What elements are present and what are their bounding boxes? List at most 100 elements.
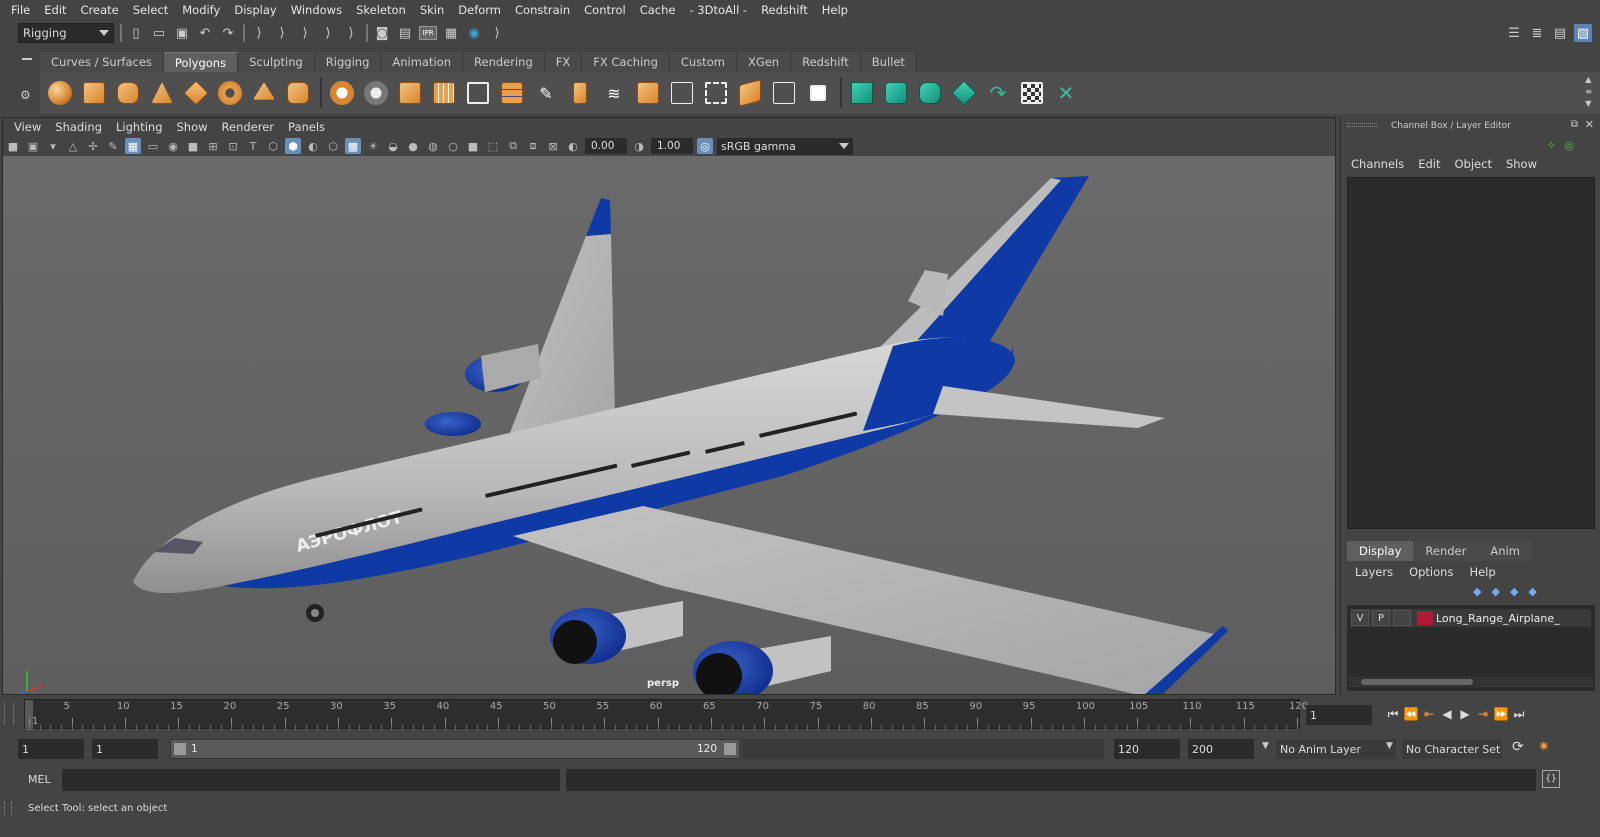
- workspace-layout-icon[interactable]: ☰: [1505, 24, 1523, 42]
- mirror-icon[interactable]: [396, 79, 424, 107]
- 3d-viewport[interactable]: АЭРОФЛОТ: [3, 156, 1335, 701]
- bend-icon[interactable]: ↷: [984, 79, 1012, 107]
- airplane-model[interactable]: АЭРОФЛОТ: [3, 156, 1335, 701]
- camera-map-icon[interactable]: [770, 79, 798, 107]
- shelf-menu-icon[interactable]: [22, 58, 32, 60]
- layer-menu-layers[interactable]: Layers: [1355, 565, 1393, 579]
- auto-key-icon[interactable]: ⟳: [1512, 739, 1524, 755]
- grease-pencil-icon[interactable]: ✎: [105, 138, 121, 154]
- gear-icon[interactable]: ⚙: [20, 88, 31, 102]
- target-weld-icon[interactable]: [566, 79, 594, 107]
- channel-icon[interactable]: ◎: [1564, 139, 1574, 152]
- menu-windows[interactable]: Windows: [284, 3, 349, 17]
- layer-tab-display[interactable]: Display: [1347, 541, 1414, 561]
- poly-cylinder-icon[interactable]: [114, 79, 142, 107]
- unfold-icon[interactable]: [702, 79, 730, 107]
- menu-create[interactable]: Create: [74, 3, 126, 17]
- shelf-tab-custom[interactable]: Custom: [669, 52, 737, 72]
- channel-menu-object[interactable]: Object: [1455, 157, 1492, 171]
- time-slider-grip[interactable]: [4, 703, 14, 725]
- menu-modify[interactable]: Modify: [175, 3, 227, 17]
- poly-torus-icon[interactable]: [216, 79, 244, 107]
- menu-display[interactable]: Display: [227, 3, 283, 17]
- extrude-icon[interactable]: [498, 79, 526, 107]
- layer-menu-options[interactable]: Options: [1409, 565, 1453, 579]
- separate-icon[interactable]: [362, 79, 390, 107]
- shelf-tab-bullet[interactable]: Bullet: [860, 52, 917, 72]
- go-to-end-icon[interactable]: ⏭: [1510, 705, 1528, 723]
- joint-icon[interactable]: ✕: [1052, 79, 1080, 107]
- smooth-shade-icon[interactable]: ⬢: [285, 138, 301, 154]
- channel-icon[interactable]: ✧: [1547, 139, 1556, 152]
- current-frame-field[interactable]: 1: [1306, 705, 1372, 725]
- anti-alias-icon[interactable]: ○: [445, 138, 461, 154]
- scrollbar-thumb[interactable]: [1361, 679, 1473, 685]
- panel-menu-panels[interactable]: Panels: [281, 120, 332, 134]
- poly-cone-icon[interactable]: [148, 79, 176, 107]
- script-language-toggle[interactable]: MEL: [28, 773, 51, 786]
- help-line-grip[interactable]: [4, 802, 12, 816]
- collapse-toggle-icon[interactable]: ⟩: [250, 24, 268, 42]
- step-forward-key-icon[interactable]: ⏩: [1492, 705, 1510, 723]
- poly-sphere-icon[interactable]: [46, 79, 74, 107]
- character-set-select[interactable]: No Character Set: [1402, 739, 1502, 759]
- ipr-render-icon[interactable]: IPR: [419, 26, 437, 40]
- checker-icon[interactable]: [1018, 79, 1046, 107]
- collapse-toggle-icon[interactable]: ⟩: [319, 24, 337, 42]
- planar-map-icon[interactable]: [736, 79, 764, 107]
- render-view-icon[interactable]: ◙: [373, 24, 391, 42]
- menu-edit[interactable]: Edit: [37, 3, 73, 17]
- multi-cut-icon[interactable]: ✎: [532, 79, 560, 107]
- channel-box-icon[interactable]: ▧: [1574, 24, 1592, 42]
- isolate-select-icon[interactable]: ⬚: [485, 138, 501, 154]
- poly-cube-icon[interactable]: [80, 79, 108, 107]
- layer-visibility-toggle[interactable]: V: [1351, 610, 1369, 626]
- field-chart-icon[interactable]: ⊞: [205, 138, 221, 154]
- shelf-tab-polygons[interactable]: Polygons: [163, 52, 239, 72]
- layer-color-swatch[interactable]: [1417, 611, 1433, 625]
- textured-icon[interactable]: ▩: [345, 138, 361, 154]
- lattice-icon[interactable]: [950, 79, 978, 107]
- safe-action-icon[interactable]: ⊡: [225, 138, 241, 154]
- wireframe-icon[interactable]: ⬡: [265, 138, 281, 154]
- range-start-handle[interactable]: [174, 743, 186, 755]
- move-layer-down-icon[interactable]: ◆: [1491, 585, 1499, 598]
- panel-menu-view[interactable]: View: [7, 120, 48, 134]
- shelf-tab-fx[interactable]: FX: [544, 52, 583, 72]
- hypershade-icon[interactable]: ◉: [465, 24, 483, 42]
- camera-icon[interactable]: ■: [5, 138, 21, 154]
- collapse-toggle-icon[interactable]: ⟩: [488, 24, 506, 42]
- depth-of-field-icon[interactable]: ■: [465, 138, 481, 154]
- camera-attributes-icon[interactable]: ▣: [25, 138, 41, 154]
- gamma-icon[interactable]: ◑: [631, 138, 647, 154]
- xray-joints-icon[interactable]: ⧈: [525, 138, 541, 154]
- shelf-tab-xgen[interactable]: XGen: [736, 52, 792, 72]
- save-scene-icon[interactable]: ▣: [173, 24, 191, 42]
- display-layer-icon[interactable]: [848, 79, 876, 107]
- menu-file[interactable]: File: [4, 3, 37, 17]
- layer-display-type-toggle[interactable]: [1393, 610, 1411, 626]
- channel-menu-show[interactable]: Show: [1506, 157, 1537, 171]
- time-slider-track[interactable]: 1 5 10 15 20 25 30 35 40 45 50 55 60 65 70 75 80 85 90 95 10…: [24, 699, 1308, 730]
- gamma-field[interactable]: 1.00: [651, 138, 693, 154]
- collapse-toggle-icon[interactable]: ⟩: [296, 24, 314, 42]
- shelf-tab-rigging[interactable]: Rigging: [314, 52, 382, 72]
- animation-end-field[interactable]: 200: [1188, 739, 1254, 759]
- panel-menu-shading[interactable]: Shading: [48, 120, 109, 134]
- exposure-icon[interactable]: ◐: [565, 138, 581, 154]
- resolution-gate-icon[interactable]: ◉: [165, 138, 181, 154]
- uv-editor-icon[interactable]: [668, 79, 696, 107]
- layer-row[interactable]: V P Long_Range_Airplane_: [1351, 609, 1591, 627]
- menu-3dtoall[interactable]: - 3DtoAll -: [682, 3, 754, 17]
- play-backwards-icon[interactable]: ◀: [1438, 705, 1456, 723]
- menu-redshift[interactable]: Redshift: [754, 3, 815, 17]
- undo-icon[interactable]: ↶: [196, 24, 214, 42]
- panel-grip[interactable]: [1347, 123, 1377, 127]
- range-slider[interactable]: 1 120: [170, 739, 740, 759]
- shelf-tab-rendering[interactable]: Rendering: [463, 52, 545, 72]
- use-all-lights-icon[interactable]: ☀: [365, 138, 381, 154]
- screen-space-ao-icon[interactable]: ●: [405, 138, 421, 154]
- close-icon[interactable]: ✕: [1585, 118, 1594, 131]
- script-editor-icon[interactable]: {}: [1542, 770, 1560, 788]
- exposure-field[interactable]: 0.00: [585, 138, 627, 154]
